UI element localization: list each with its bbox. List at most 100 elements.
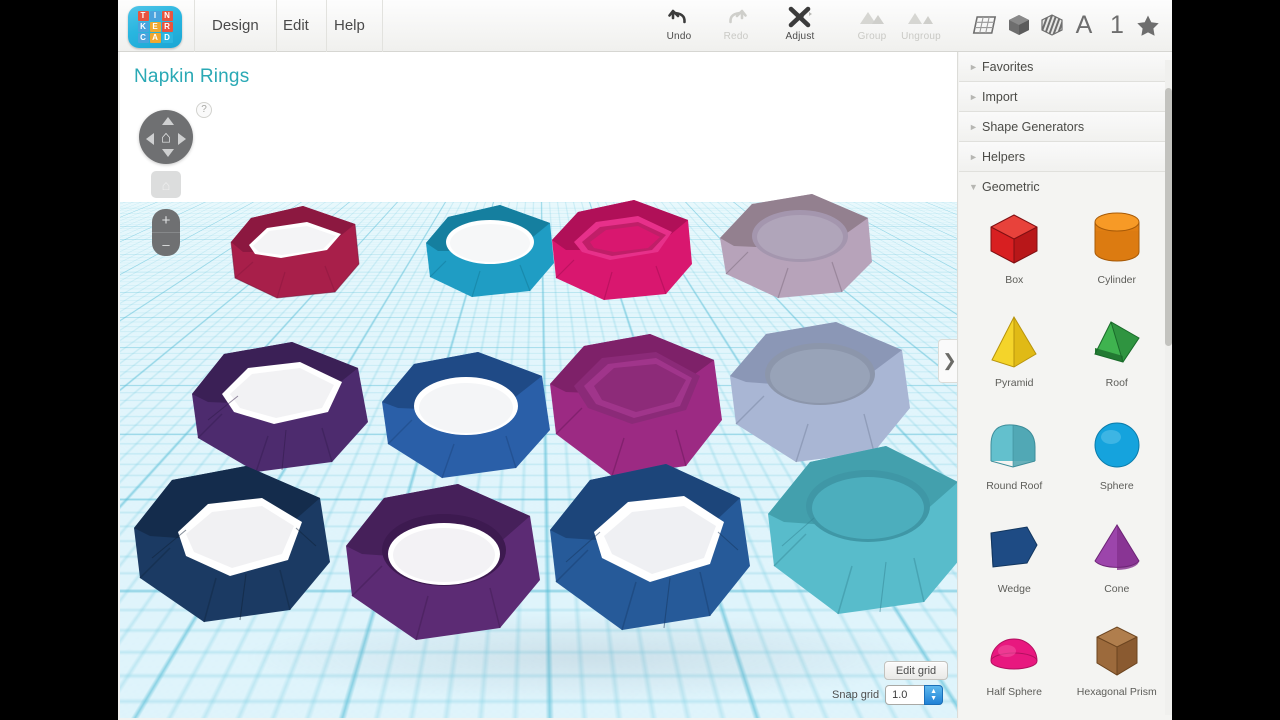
undo-label: Undo xyxy=(666,31,692,42)
sphere-shape-icon xyxy=(1089,412,1145,478)
fit-to-view-button[interactable]: ⌂ xyxy=(151,171,181,198)
ungroup-mountains-icon xyxy=(906,4,936,30)
panel-section-favorites[interactable]: ► Favorites xyxy=(959,52,1172,82)
snap-grid-value: 1.0 xyxy=(892,689,908,701)
ring-navy[interactable] xyxy=(120,452,340,642)
pyramid-shape-icon xyxy=(984,309,1044,375)
shape-item-cylinder[interactable]: Cylinder xyxy=(1066,200,1169,303)
nav-up-arrow-icon[interactable] xyxy=(162,117,174,125)
ring-turquoise[interactable] xyxy=(756,434,957,634)
shape-item-sphere[interactable]: Sphere xyxy=(1066,406,1169,509)
shape-item-round-roof[interactable]: Round Roof xyxy=(963,406,1066,509)
shape-item-cone[interactable]: Cone xyxy=(1066,509,1169,612)
logo-letter-n: N xyxy=(161,11,173,21)
edit-grid-button[interactable]: Edit grid xyxy=(884,661,948,680)
menu-bar: T I N K E R C A D Design Edit Help Undo … xyxy=(118,0,1172,52)
snap-grid-select[interactable]: 1.0 ▲ ▼ xyxy=(885,685,944,705)
redo-arrow-icon xyxy=(725,4,747,30)
section-label-helpers: Helpers xyxy=(982,149,1026,164)
logo-letter-e: E xyxy=(149,22,161,32)
ring-magenta-dark[interactable] xyxy=(215,194,375,324)
number-tool-icon[interactable]: 1 xyxy=(1101,8,1133,42)
zoom-in-button[interactable]: + xyxy=(152,209,180,233)
nav-home-icon[interactable]: ⌂ xyxy=(161,129,171,146)
panel-section-shape-generators[interactable]: ► Shape Generators xyxy=(959,112,1172,142)
cone-shape-icon xyxy=(1088,515,1146,581)
shape-label-hexagonal-prism: Hexagonal Prism xyxy=(1076,686,1157,698)
zoom-out-button[interactable]: – xyxy=(152,233,180,256)
tinkercad-logo[interactable]: T I N K E R C A D xyxy=(128,6,182,48)
ring-mauve[interactable] xyxy=(708,180,886,325)
wedge-shape-icon xyxy=(983,515,1045,581)
menu-help[interactable]: Help xyxy=(317,0,383,52)
ungroup-label: Ungroup xyxy=(901,31,941,42)
logo-letter-t: T xyxy=(137,11,149,21)
solid-cube-icon[interactable] xyxy=(1003,8,1035,42)
logo-letter-r: R xyxy=(161,22,173,32)
star-favorite-icon[interactable] xyxy=(1132,8,1164,42)
undo-arrow-icon xyxy=(668,4,690,30)
group-mountains-icon xyxy=(857,4,887,30)
shape-grid: Box Cylinder Pyramid Roof Round Roof Sph… xyxy=(959,194,1172,720)
redo-label: Redo xyxy=(723,31,749,42)
undo-button[interactable]: Undo xyxy=(651,4,707,48)
half-sphere-shape-icon xyxy=(984,618,1044,684)
hole-cube-icon[interactable] xyxy=(1036,8,1068,42)
stepper-up-icon: ▲ xyxy=(930,688,938,695)
stepper-down-icon: ▼ xyxy=(930,695,938,702)
section-label-import: Import xyxy=(982,89,1018,104)
shape-label-roof: Roof xyxy=(1105,377,1128,389)
chevron-right-icon: ► xyxy=(969,121,978,132)
shape-item-box[interactable]: Box xyxy=(963,200,1066,303)
cylinder-shape-icon xyxy=(1089,206,1145,272)
group-button[interactable]: Group xyxy=(844,4,900,48)
shape-label-pyramid: Pyramid xyxy=(994,377,1034,389)
zoom-controls: + – xyxy=(152,209,180,256)
help-badge[interactable]: ? xyxy=(196,102,212,118)
adjust-label: Adjust xyxy=(785,31,815,42)
adjust-button[interactable]: Adjust xyxy=(772,4,828,48)
design-canvas[interactable]: Napkin Rings ⌂ ? ⌂ + – ❯ Edit grid Snap … xyxy=(120,52,958,718)
workplane-icon[interactable] xyxy=(969,8,1001,42)
logo-letter-k: K xyxy=(137,22,149,32)
redo-button[interactable]: Redo xyxy=(708,4,764,48)
snap-grid-row: Snap grid 1.0 ▲ ▼ xyxy=(832,684,944,706)
shape-label-half-sphere: Half Sphere xyxy=(986,686,1042,698)
panel-section-import[interactable]: ► Import xyxy=(959,82,1172,112)
logo-letter-d: D xyxy=(161,33,173,43)
roof-shape-icon xyxy=(1087,309,1147,375)
group-label: Group xyxy=(857,31,887,42)
number-tool-label: 1 xyxy=(1110,10,1124,39)
section-label-shape-generators: Shape Generators xyxy=(982,119,1085,134)
shapes-panel: ► Favorites ► Import ► Shape Generators … xyxy=(959,52,1172,720)
shape-item-roof[interactable]: Roof xyxy=(1066,303,1169,406)
logo-letter-grid: T I N K E R C A D xyxy=(137,11,173,43)
shape-label-cylinder: Cylinder xyxy=(1097,274,1136,286)
shape-item-wedge[interactable]: Wedge xyxy=(963,509,1066,612)
ring-blue-steel[interactable] xyxy=(538,452,758,652)
chevron-right-icon: ► xyxy=(969,91,978,102)
nav-left-arrow-icon[interactable] xyxy=(146,133,154,145)
shape-item-pyramid[interactable]: Pyramid xyxy=(963,303,1066,406)
collapse-panel-tab[interactable]: ❯ xyxy=(938,339,957,383)
ring-pink[interactable] xyxy=(538,190,708,330)
ring-purple-royal[interactable] xyxy=(332,470,552,660)
panel-section-helpers[interactable]: ► Helpers xyxy=(959,142,1172,172)
shape-item-hexagonal-prism[interactable]: Hexagonal Prism xyxy=(1066,612,1169,715)
crossed-tools-icon xyxy=(787,4,813,30)
snap-grid-label: Snap grid xyxy=(832,689,880,701)
snap-grid-stepper[interactable]: ▲ ▼ xyxy=(924,685,944,705)
text-tool-icon[interactable]: A xyxy=(1068,8,1100,42)
shape-label-round-roof: Round Roof xyxy=(986,480,1043,492)
nav-down-arrow-icon[interactable] xyxy=(162,149,174,157)
nav-right-arrow-icon[interactable] xyxy=(178,133,186,145)
panel-scrollbar-thumb[interactable] xyxy=(1165,88,1172,346)
menu-design[interactable]: Design xyxy=(194,0,277,52)
chevron-right-icon: ► xyxy=(969,151,978,162)
view-navigator[interactable]: ⌂ xyxy=(139,110,193,164)
shape-label-sphere: Sphere xyxy=(1099,480,1134,492)
shape-item-half-sphere[interactable]: Half Sphere xyxy=(963,612,1066,715)
ungroup-button[interactable]: Ungroup xyxy=(893,4,949,48)
screen: T I N K E R C A D Design Edit Help Undo … xyxy=(0,0,1280,720)
round-roof-shape-icon xyxy=(983,412,1045,478)
